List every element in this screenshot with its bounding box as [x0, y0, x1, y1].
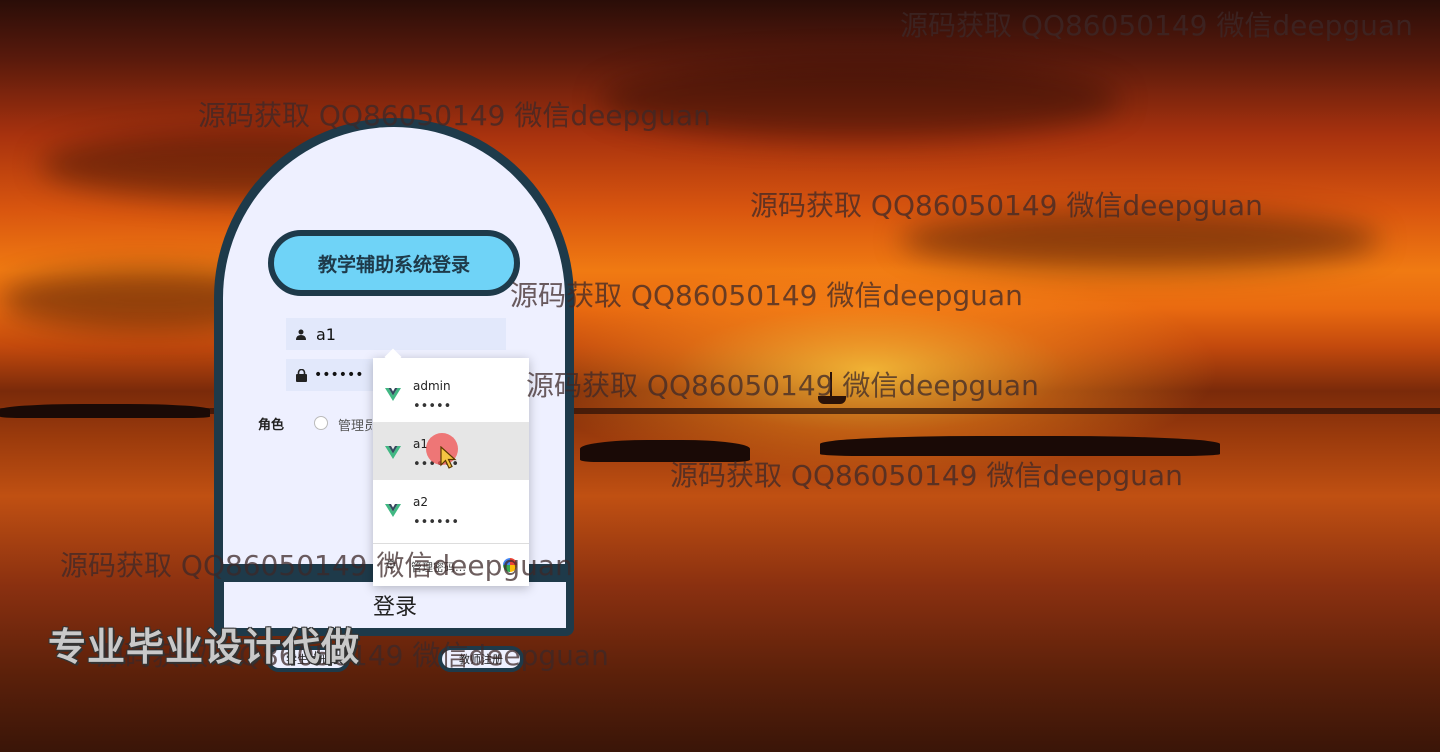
cloud [600, 60, 1120, 140]
manage-passwords-row[interactable]: ⚙ 管理密码… [373, 543, 529, 587]
sailboat [818, 372, 846, 404]
autofill-username: a2 [413, 495, 428, 509]
role-radio-admin[interactable] [314, 416, 328, 430]
rock [580, 440, 750, 462]
username-field[interactable] [286, 318, 506, 350]
autofill-password: ••••• [413, 399, 452, 414]
username-input[interactable] [314, 323, 498, 345]
autofill-dropdown: admin ••••• a1 •••••• a2 •••••• ⚙ 管理密码… [373, 358, 529, 586]
autofill-item[interactable]: admin ••••• [373, 364, 529, 422]
key-icon: ⚙ [385, 558, 397, 573]
lock-icon [294, 368, 308, 382]
password-input[interactable]: •••••• [314, 367, 364, 383]
vue-logo-icon [385, 388, 401, 401]
autofill-username: admin [413, 379, 451, 393]
vue-logo-icon [385, 504, 401, 517]
role-option-admin-label: 管理员 [338, 419, 372, 434]
autofill-item[interactable]: a2 •••••• [373, 480, 529, 538]
cloud [900, 210, 1380, 270]
user-icon [294, 329, 308, 340]
manage-passwords-label: 管理密码… [411, 561, 466, 574]
promo-banner: 专业毕业设计代做 [48, 625, 361, 669]
mouse-cursor-icon [440, 446, 457, 469]
autofill-password: •••••• [413, 515, 460, 530]
watermark-text: 源码获取 QQ86050149 微信deepguan [900, 9, 1413, 42]
rock [0, 404, 210, 418]
role-label: 角色 [258, 418, 285, 433]
google-icon [503, 558, 517, 572]
rock [820, 436, 1220, 456]
vue-logo-icon [385, 446, 401, 459]
teacher-register-button[interactable]: 教师注册 [438, 646, 524, 672]
login-title: 教学辅助系统登录 [268, 230, 520, 296]
